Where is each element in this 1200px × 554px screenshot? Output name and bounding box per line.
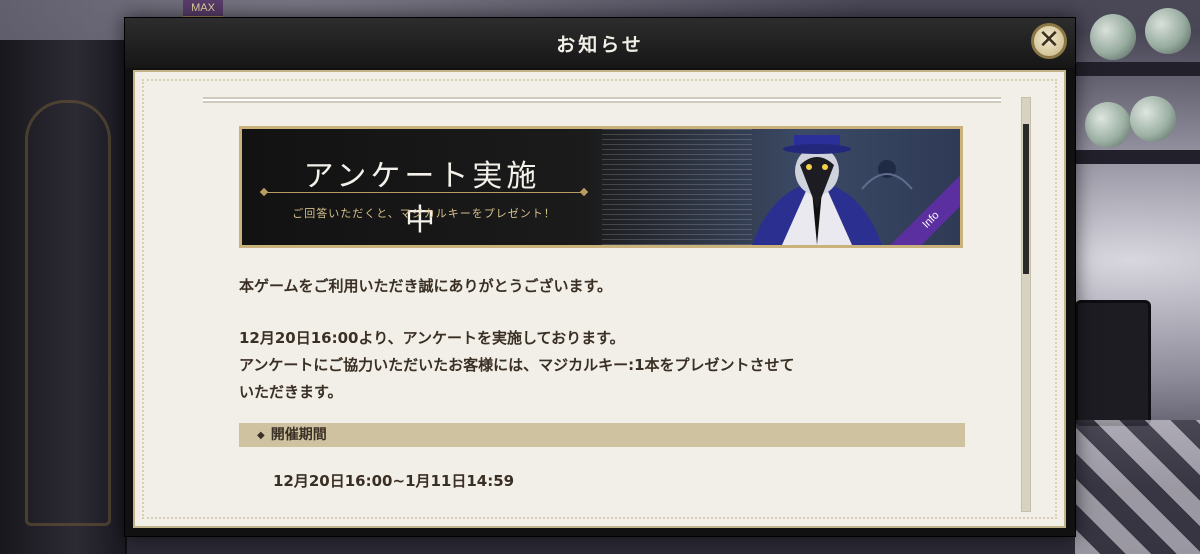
snow-globe xyxy=(1090,14,1136,60)
close-button[interactable]: ✕ xyxy=(1031,23,1067,59)
notice-paper: アンケート実施中 ご回答いただくと、マジカルキーをプレゼント！ Info 本ゲー… xyxy=(133,70,1066,528)
max-badge: MAX xyxy=(183,0,223,18)
scrollbar-track[interactable] xyxy=(1021,97,1031,512)
section-title: 開催期間 xyxy=(270,427,327,443)
top-divider xyxy=(203,97,1001,103)
background-shelf xyxy=(1072,62,1200,76)
notice-line: 12月20日16:00より、アンケートを実施しております。 xyxy=(239,329,625,347)
diamond-icon: ◆ xyxy=(257,430,265,441)
banner-title: アンケート実施中 xyxy=(303,159,541,238)
greeting-text: 本ゲームをご利用いただき誠にありがとうございます。 xyxy=(239,277,613,295)
snow-globe xyxy=(1130,96,1176,142)
survey-banner: アンケート実施中 ご回答いただくと、マジカルキーをプレゼント！ Info xyxy=(239,126,963,248)
notice-line: いただきます。 xyxy=(239,383,343,401)
scrollbar-thumb[interactable] xyxy=(1023,124,1029,274)
event-period: 12月20日16:00~1月11日14:59 xyxy=(273,472,515,490)
notice-paragraph: 12月20日16:00より、アンケートを実施しております。 アンケートにご協力い… xyxy=(239,325,899,406)
notice-line: アンケートにご協力いただいたお客様には、マジカルキー:1本をプレゼントさせて xyxy=(239,356,795,374)
banner-inner: アンケート実施中 ご回答いただくと、マジカルキーをプレゼント！ Info xyxy=(242,129,960,245)
snow-globe xyxy=(1145,8,1191,54)
background-safe xyxy=(1075,300,1151,426)
background-floor xyxy=(1075,420,1200,554)
modal-header: お知らせ ✕ xyxy=(125,18,1075,68)
banner-ornament-line xyxy=(264,192,584,193)
section-header-period: ◆ 開催期間 xyxy=(239,423,965,447)
banner-subtitle: ご回答いただくと、マジカルキーをプレゼント！ xyxy=(292,207,556,220)
modal-title: お知らせ xyxy=(556,33,644,56)
close-icon: ✕ xyxy=(1038,25,1060,55)
background-cabinet xyxy=(0,40,127,554)
snow-globe xyxy=(1085,102,1131,148)
notice-content[interactable]: アンケート実施中 ご回答いただくと、マジカルキーをプレゼント！ Info 本ゲー… xyxy=(203,97,1003,517)
notice-modal: お知らせ ✕ アンケート実施中 ご回答いただくと、マジカルキーをプレゼント！ I… xyxy=(124,17,1076,537)
background-shelf xyxy=(1072,150,1200,164)
